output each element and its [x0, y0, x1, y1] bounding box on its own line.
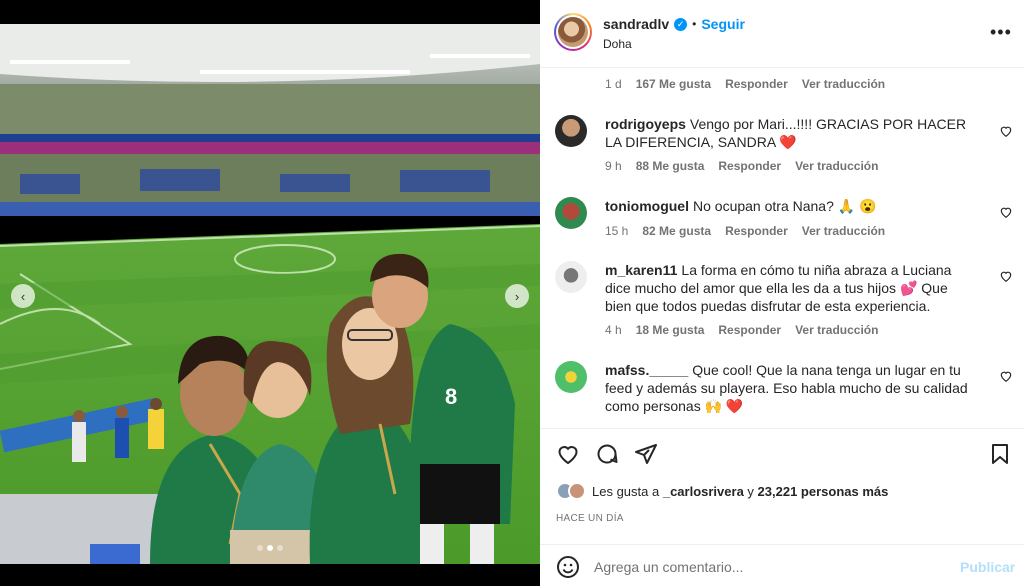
comment-reply-button[interactable]: Responder	[725, 224, 788, 238]
post-header: sandradlv ✓ • Seguir Doha •••	[540, 0, 1024, 68]
caption-meta: 1 d 167 Me gusta Responder Ver traducció…	[605, 77, 885, 91]
comment-time: 4 h	[605, 323, 622, 337]
stadium-family-photo: 8	[0, 24, 540, 564]
comment-heart-icon[interactable]	[999, 205, 1013, 219]
author-avatar[interactable]	[554, 13, 592, 51]
caption-likes[interactable]: 167 Me gusta	[636, 77, 711, 91]
commenter-avatar[interactable]	[555, 361, 587, 393]
commenter-avatar[interactable]	[555, 197, 587, 229]
post-photo: 8	[0, 24, 540, 564]
comment-bubble-icon[interactable]	[595, 442, 619, 466]
bookmark-icon[interactable]	[988, 442, 1012, 466]
comment-composer: Publicar	[540, 544, 1024, 586]
comment-text: m_karen11 La forma en cómo tu niña abraza…	[605, 261, 975, 315]
liker-username[interactable]: _carlosrivera	[663, 484, 744, 499]
separator-dot: •	[692, 17, 697, 31]
caption-translate-button[interactable]: Ver traducción	[802, 77, 885, 91]
comment-time: 9 h	[605, 159, 622, 173]
comment-translate-button[interactable]: Ver traducción	[795, 159, 878, 173]
paper-plane-icon[interactable]	[634, 442, 658, 466]
likes-summary: Les gusta a _carlosrivera y 23,221 perso…	[556, 482, 888, 500]
commenter-username[interactable]: m_karen11	[605, 262, 677, 278]
comment-heart-icon[interactable]	[999, 269, 1013, 283]
comment-translate-button[interactable]: Ver traducción	[802, 224, 885, 238]
media-panel: 8 ‹ ›	[0, 0, 540, 586]
comment-time: 15 h	[605, 224, 629, 238]
likes-count[interactable]: 23,221 personas más	[758, 484, 889, 499]
caption-reply-button[interactable]: Responder	[725, 77, 788, 91]
comment-meta: 4 h 18 Me gusta Responder Ver traducción	[605, 323, 878, 337]
comment-body: No ocupan otra Nana? 🙏 😮	[693, 198, 877, 214]
comment-likes[interactable]: 18 Me gusta	[636, 323, 705, 337]
comment-likes[interactable]: 88 Me gusta	[636, 159, 705, 173]
post-location[interactable]: Doha	[603, 37, 632, 51]
comment-reply-button[interactable]: Responder	[718, 323, 781, 337]
verified-badge-icon: ✓	[674, 17, 688, 31]
carousel-dot	[257, 545, 263, 551]
comment-text: toniomoguel No ocupan otra Nana? 🙏 😮	[605, 197, 975, 215]
comment-meta: 9 h 88 Me gusta Responder Ver traducción	[605, 159, 878, 173]
author-row: sandradlv ✓ • Seguir	[603, 16, 745, 32]
carousel-dot-active	[267, 545, 273, 551]
post-actions: Les gusta a _carlosrivera y 23,221 perso…	[540, 428, 1024, 586]
caption-time: 1 d	[605, 77, 622, 91]
liker-avatar	[568, 482, 586, 500]
commenter-avatar[interactable]	[555, 115, 587, 147]
chevron-left-icon[interactable]: ‹	[11, 284, 35, 308]
comment-text: rodrigoyeps Vengo por Mari...!!!! GRACIAS…	[605, 115, 975, 151]
comment-meta: 15 h 82 Me gusta Responder Ver traducció…	[605, 224, 885, 238]
comment-input[interactable]	[594, 556, 934, 578]
commenter-username[interactable]: mafss._____	[605, 362, 688, 378]
instagram-post-modal: 8 ‹ › sandradlv ✓ • Seguir Doha ••• 1 d …	[0, 0, 1024, 586]
carousel-dot	[277, 545, 283, 551]
comment-reply-button[interactable]: Responder	[718, 159, 781, 173]
commenter-username[interactable]: rodrigoyeps	[605, 116, 686, 132]
author-username[interactable]: sandradlv	[603, 16, 669, 32]
comment-item: mafss._____ Que cool! Que la nana tenga u…	[555, 361, 1012, 421]
commenter-avatar[interactable]	[555, 261, 587, 293]
comment-translate-button[interactable]: Ver traducción	[795, 323, 878, 337]
carousel-indicator	[257, 545, 283, 551]
follow-button[interactable]: Seguir	[701, 16, 745, 32]
comment-item: m_karen11 La forma en cómo tu niña abraza…	[555, 261, 1012, 321]
comment-heart-icon[interactable]	[999, 124, 1013, 138]
commenter-username[interactable]: toniomoguel	[605, 198, 689, 214]
svg-text:8: 8	[445, 384, 457, 409]
likes-prefix: Les gusta a	[592, 483, 660, 499]
chevron-right-icon[interactable]: ›	[505, 284, 529, 308]
comment-likes[interactable]: 82 Me gusta	[642, 224, 711, 238]
author-avatar-image	[558, 17, 588, 47]
post-time-ago: HACE UN DÍA	[556, 513, 624, 524]
post-sidebar: sandradlv ✓ • Seguir Doha ••• 1 d 167 Me…	[540, 0, 1024, 586]
heart-icon[interactable]	[556, 442, 580, 466]
comment-text: mafss._____ Que cool! Que la nana tenga u…	[605, 361, 975, 415]
likes-middle: y	[747, 483, 754, 499]
comment-heart-icon[interactable]	[999, 369, 1013, 383]
more-options-icon[interactable]: •••	[990, 22, 1012, 43]
emoji-smile-icon[interactable]	[556, 555, 580, 579]
publish-button[interactable]: Publicar	[960, 559, 1015, 575]
